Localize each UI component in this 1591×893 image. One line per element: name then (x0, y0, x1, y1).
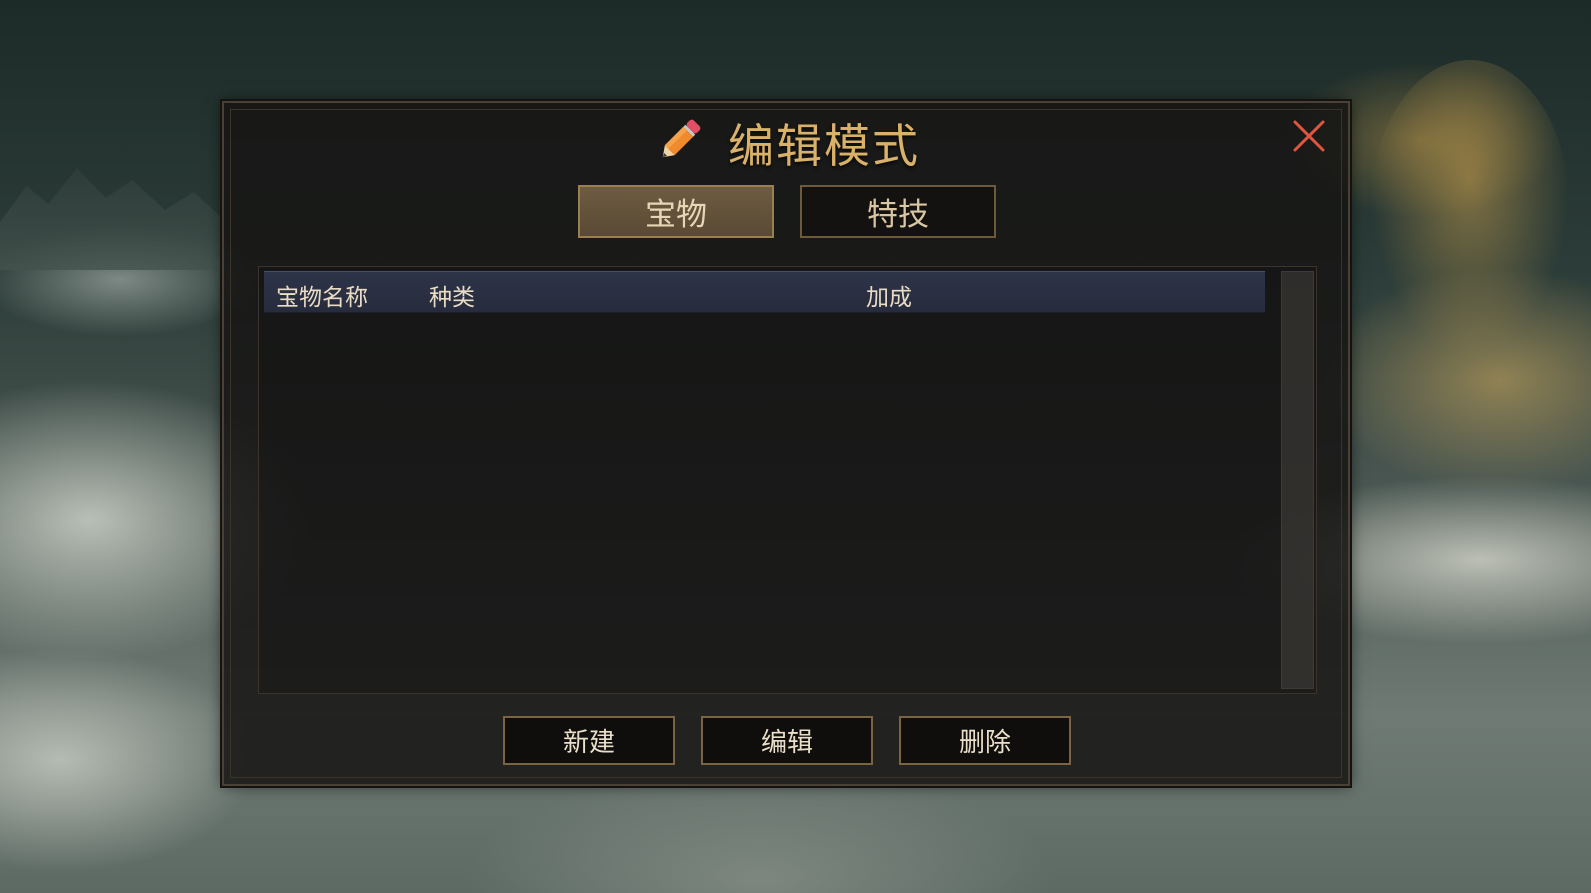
background-dragon (1370, 60, 1570, 360)
column-header-name[interactable]: 宝物名称 (276, 278, 368, 312)
action-buttons: 新建 编辑 删除 (503, 716, 1071, 765)
dialog-title: 编辑模式 (728, 119, 920, 173)
pencil-icon (652, 114, 706, 172)
column-header-bonus[interactable]: 加成 (866, 278, 912, 312)
tab-bar: 宝物 特技 (578, 185, 996, 238)
edit-button[interactable]: 编辑 (701, 716, 873, 765)
delete-button[interactable]: 删除 (899, 716, 1071, 765)
close-button[interactable] (1290, 117, 1328, 155)
list-header: 宝物名称 种类 加成 (264, 271, 1265, 313)
edit-mode-dialog: 编辑模式 宝物 特技 宝物名称 种类 加成 新建 编辑 删除 (222, 101, 1350, 786)
tab-treasure[interactable]: 宝物 (578, 185, 774, 238)
close-icon (1293, 120, 1325, 152)
dialog-title-bar: 编辑模式 (224, 113, 1348, 173)
list-scrollbar[interactable] (1281, 271, 1314, 689)
item-list[interactable] (258, 266, 1317, 694)
column-header-type[interactable]: 种类 (429, 278, 475, 312)
tab-skill[interactable]: 特技 (800, 185, 996, 238)
new-button[interactable]: 新建 (503, 716, 675, 765)
